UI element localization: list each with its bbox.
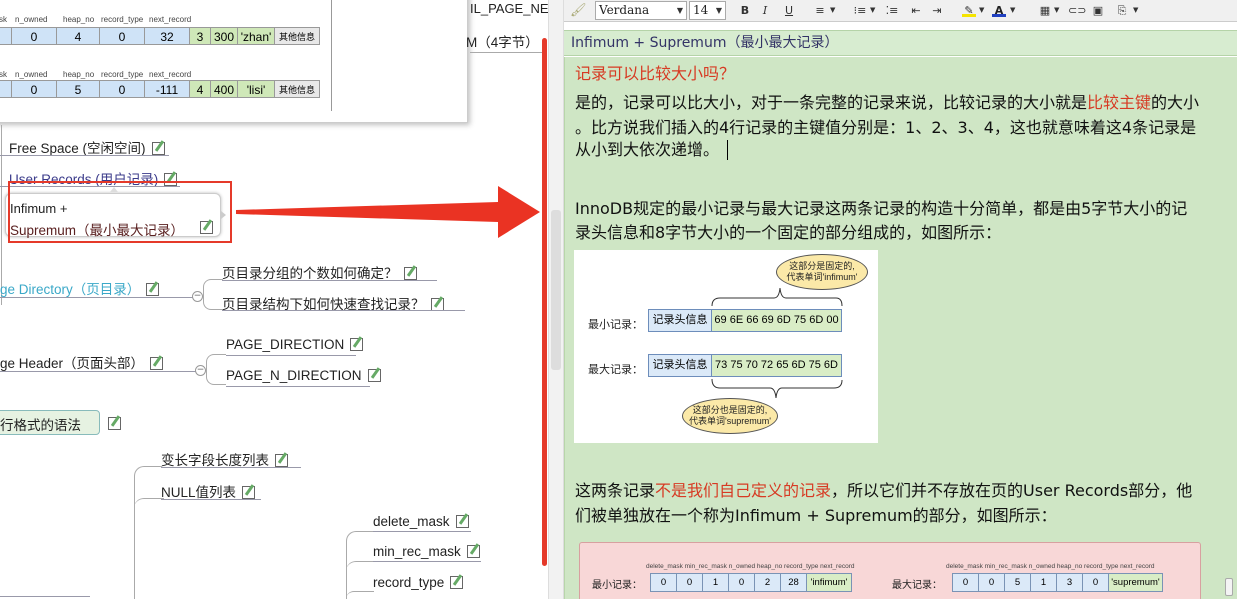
note-icon[interactable] [455, 515, 469, 528]
node-row-format-label: 行格式的语法 [0, 418, 81, 433]
node-page-new[interactable]: IL_PAGE_NE [470, 1, 548, 16]
bullet-list-icon[interactable]: ⁚≡ [885, 4, 899, 17]
note-icon[interactable] [367, 369, 381, 382]
node-pd-child1[interactable]: 页目录分组的个数如何确定？ [222, 262, 417, 282]
node-row-format[interactable]: 行格式的语法 [0, 410, 100, 435]
note-icon[interactable] [275, 454, 288, 467]
table-row: 0 4 0 32 3 300 'zhan' 其他信息 [0, 27, 320, 45]
node-null-list[interactable]: NULL值列表 [161, 481, 256, 501]
note-title[interactable]: Infimum + Supremum（最小最大记录） [564, 30, 1237, 56]
note-icon[interactable] [150, 357, 164, 370]
italic-button[interactable]: I [758, 4, 772, 17]
min-record-label: 最小记录： [588, 319, 643, 331]
indent-icon[interactable]: ⇥ [930, 4, 944, 17]
note-icon[interactable] [242, 486, 256, 499]
paragraph-2-line1: InnoDB规定的最小记录与最大记录这两条记录的构造十分简单，都是由5字节大小的… [575, 199, 1188, 218]
note-icon[interactable] [450, 576, 464, 589]
note-icon[interactable] [403, 267, 417, 280]
numbered-list-icon[interactable]: ⁝≡ [853, 4, 867, 17]
format-toolbar: 🖌 Verdana ▼ 14 ▼ B I U ≡ ▼ ⁝≡ ▼ ⁚≡ ⇤ ⇥ ✎ ▼… [564, 0, 1237, 22]
node-ph-child1[interactable]: PAGE_DIRECTION [226, 337, 364, 352]
collapse-toggle[interactable]: − [192, 291, 203, 302]
question-text: 记录可以比较大小吗？ [575, 64, 736, 83]
link-icon[interactable]: ⊂⊃ [1068, 4, 1086, 17]
note-icon[interactable] [146, 283, 160, 296]
note-icon[interactable] [151, 142, 165, 155]
node-free-space[interactable]: Free Space (空闲空间) [9, 137, 165, 157]
callout-bubble: 这部分也是固定的, 代表单词'supremum' [682, 398, 778, 434]
scrollbar-thumb[interactable] [551, 210, 561, 370]
node-page-header[interactable]: ge Header（页面头部） [0, 352, 164, 372]
header-cell: 记录头信息 [648, 309, 712, 332]
node-var-len[interactable]: 变长字段长度列表 [161, 449, 288, 469]
collapse-toggle[interactable]: − [195, 365, 206, 376]
node-delete-mask[interactable]: delete_mask [373, 514, 469, 529]
note-icon[interactable] [108, 417, 121, 430]
paragraph-3-line2: 们被单独放在一个称为Infimum + Supremum的部分，如图所示： [575, 506, 1057, 525]
node-m4[interactable]: M（4字节） [466, 31, 539, 51]
align-left-icon[interactable]: ≡ [813, 4, 827, 17]
bold-button[interactable]: B [738, 4, 752, 17]
attachment-icon[interactable]: ⎘ [1115, 4, 1129, 17]
red-highlight-bar [542, 38, 547, 566]
size-select[interactable]: 14 ▼ [689, 1, 726, 20]
infimum-hex-cell: 69 6E 66 69 6D 75 6D 00 [711, 309, 842, 332]
supremum-hex-cell: 73 75 70 72 65 6D 75 6D [711, 354, 842, 377]
outdent-icon[interactable]: ⇤ [909, 4, 923, 17]
note-content[interactable]: 记录可以比较大小吗？ 是的，记录可以比大小，对于一条完整的记录来说，比较记录的大… [564, 57, 1237, 599]
node-page-directory[interactable]: ge Directory（页目录） [0, 278, 160, 298]
paragraph-3-line1: 这两条记录不是我们自己定义的记录，所以它们并不存放在页的User Records… [575, 481, 1193, 500]
table-icon[interactable]: ▦ [1038, 4, 1052, 17]
infimum-supremum-figure: delete_mask min_rec_mask n_owned heap_no… [579, 542, 1201, 599]
paragraph-2-line2: 录头信息和8字节大小的一个固定的部分组成的，如图所示： [575, 223, 1002, 242]
mindmap-pane[interactable]: sk n_owned heap_no record_type next_reco… [0, 0, 548, 599]
brush-icon[interactable]: 🖌 [570, 4, 587, 17]
note-icon[interactable] [466, 545, 480, 558]
text-cursor [727, 140, 728, 160]
note-editor[interactable]: 🖌 Verdana ▼ 14 ▼ B I U ≡ ▼ ⁝≡ ▼ ⁚≡ ⇤ ⇥ ✎ ▼… [564, 0, 1237, 599]
record-table-popup: sk n_owned heap_no record_type next_reco… [0, 0, 468, 123]
paragraph-1-line1: 是的，记录可以比大小，对于一条完整的记录来说，比较记录的大小就是比较主键的大小 [575, 93, 1200, 112]
red-arrow-icon [236, 186, 540, 238]
record-structure-figure: 这部分是固定的, 代表单词'infimum' 最小记录： 记录头信息 69 6E… [574, 250, 878, 443]
header-cell: 记录头信息 [648, 354, 712, 377]
highlight-box [8, 181, 232, 243]
font-select[interactable]: Verdana ▼ [595, 1, 687, 20]
highlight-color-icon[interactable]: ✎ [962, 4, 976, 17]
image-icon[interactable]: ▣ [1091, 4, 1105, 17]
font-color-icon[interactable]: A [992, 4, 1006, 17]
max-record-label: 最大记录： [588, 364, 643, 376]
scroll-indicator[interactable] [1225, 578, 1233, 596]
node-record-type[interactable]: record_type [373, 575, 464, 590]
node-ph-child2[interactable]: PAGE_N_DIRECTION [226, 368, 381, 383]
table-row: 0 5 0 -111 4 400 'lisi' 其他信息 [0, 80, 320, 98]
underline-button[interactable]: U [782, 4, 796, 17]
paragraph-1-line3: 从小到大依次递增。 [575, 137, 728, 163]
pane-splitter[interactable] [548, 0, 564, 599]
note-icon[interactable] [350, 338, 364, 351]
node-min-rec-mask[interactable]: min_rec_mask [373, 544, 480, 559]
